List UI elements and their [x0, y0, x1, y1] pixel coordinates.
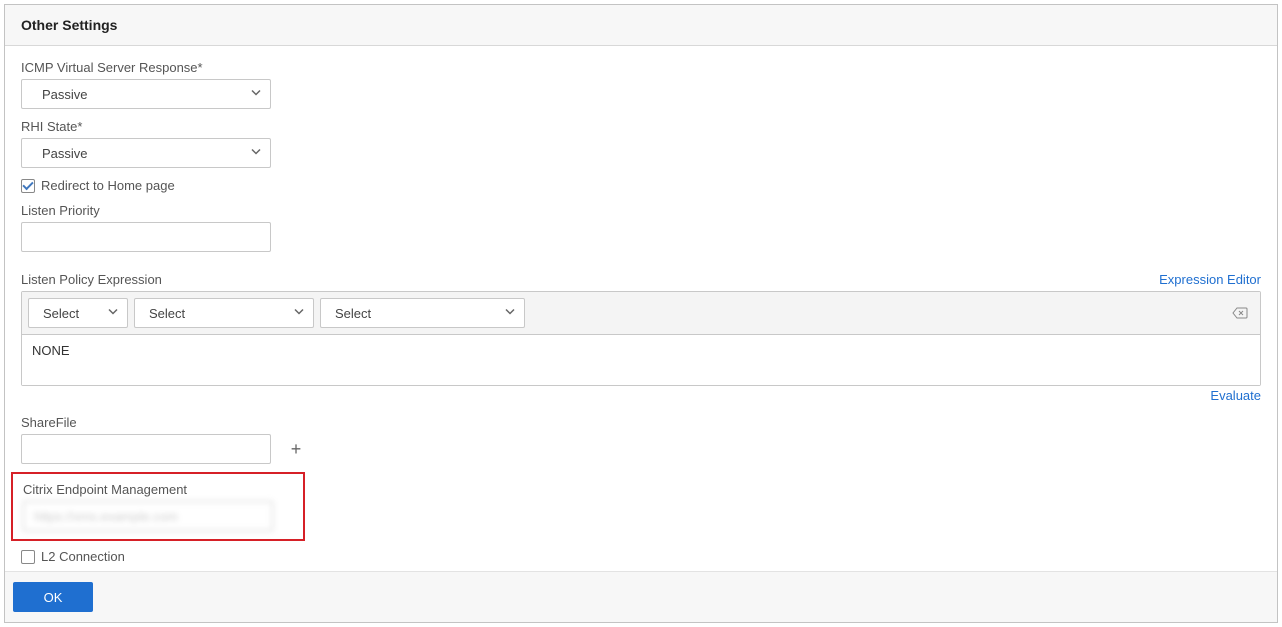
panel-title: Other Settings [21, 17, 1261, 33]
listen-priority-input[interactable] [21, 222, 271, 252]
redirect-checkbox-label: Redirect to Home page [41, 178, 175, 193]
add-sharefile-button[interactable]: + [283, 436, 309, 462]
rhi-select[interactable]: Passive [21, 138, 271, 168]
chevron-down-icon [293, 306, 305, 321]
expression-panel: Select Select Select [21, 291, 1261, 386]
redirect-checkbox-row[interactable]: Redirect to Home page [21, 178, 1261, 193]
chevron-down-icon [250, 87, 262, 102]
l2-checkbox-row[interactable]: L2 Connection [21, 549, 1261, 564]
clear-expression-icon[interactable] [1230, 303, 1250, 323]
l2-checkbox[interactable] [21, 550, 35, 564]
ok-button[interactable]: OK [13, 582, 93, 612]
expr-select-3[interactable]: Select [320, 298, 525, 328]
panel-footer: OK [5, 571, 1277, 622]
listen-priority-label: Listen Priority [21, 203, 1261, 218]
chevron-down-icon [107, 306, 119, 321]
expression-toolbar: Select Select Select [22, 292, 1260, 335]
expr-select-2[interactable]: Select [134, 298, 314, 328]
icmp-label: ICMP Virtual Server Response* [21, 60, 1261, 75]
redirect-checkbox[interactable] [21, 179, 35, 193]
cem-input[interactable] [23, 501, 273, 531]
icmp-select-value: Passive [22, 87, 270, 102]
expression-body[interactable]: NONE [22, 335, 1260, 385]
rhi-select-value: Passive [22, 146, 270, 161]
chevron-down-icon [250, 146, 262, 161]
chevron-down-icon [504, 306, 516, 321]
sharefile-input[interactable] [21, 434, 271, 464]
expr-select-1[interactable]: Select [28, 298, 128, 328]
panel-body: ICMP Virtual Server Response* Passive RH… [5, 46, 1277, 571]
rhi-label: RHI State* [21, 119, 1261, 134]
cem-label: Citrix Endpoint Management [23, 482, 293, 497]
listen-policy-label: Listen Policy Expression [21, 272, 162, 287]
icmp-select[interactable]: Passive [21, 79, 271, 109]
l2-checkbox-label: L2 Connection [41, 549, 125, 564]
panel-header: Other Settings [5, 5, 1277, 46]
cem-highlight: Citrix Endpoint Management [11, 472, 305, 541]
evaluate-link[interactable]: Evaluate [1210, 388, 1261, 403]
sharefile-label: ShareFile [21, 415, 1261, 430]
expression-editor-link[interactable]: Expression Editor [1159, 272, 1261, 287]
